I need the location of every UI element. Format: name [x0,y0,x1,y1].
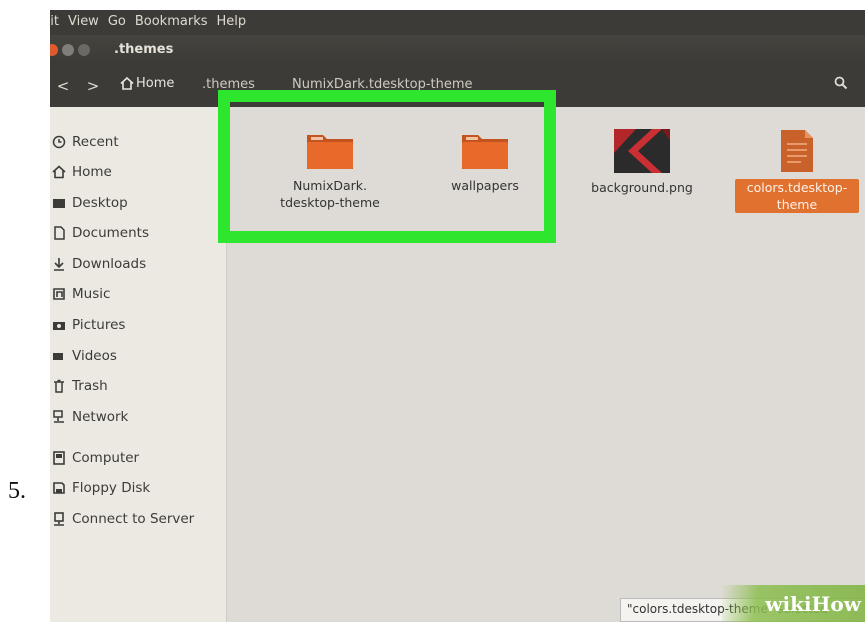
menu-bar: dit View Go Bookmarks Help [50,10,865,35]
text-document-icon [781,130,813,172]
sidebar-label: Connect to Server [72,511,195,527]
network-icon [53,410,64,423]
sidebar-label: Floppy Disk [72,480,151,496]
file-item-colors-tdesktop-theme[interactable]: colors.tdesktop- theme [727,129,865,213]
sidebar-item-network[interactable]: Network [50,407,226,431]
file-name-line: theme [776,197,818,212]
home-icon [52,165,66,179]
video-icon [53,353,63,360]
sidebar-item-documents[interactable]: Documents [50,223,226,247]
sidebar-label: Trash [72,378,108,394]
forward-button[interactable]: > [82,75,104,97]
menu-bookmarks[interactable]: Bookmarks [135,14,208,29]
sidebar-item-trash[interactable]: Trash [50,376,226,400]
sidebar-item-home[interactable]: Home [50,162,226,186]
sidebar-item-computer[interactable]: Computer [50,448,226,472]
sidebar-label: Home [72,164,112,180]
image-thumbnail-icon [614,129,670,173]
search-icon [834,76,848,90]
window-title: .themes [114,42,174,57]
sidebar-item-music[interactable]: Music [50,284,226,308]
file-item-numixdark-folder[interactable]: NumixDark. tdesktop-theme [260,129,400,211]
file-manager-window: dit View Go Bookmarks Help .themes < > H… [50,10,865,622]
menu-edit[interactable]: dit [50,14,59,29]
title-bar: .themes [50,35,865,65]
sidebar-item-desktop[interactable]: Desktop [50,193,226,217]
minimize-window-button[interactable] [62,44,74,56]
menu-help[interactable]: Help [217,14,247,29]
sidebar-label: Recent [72,134,119,150]
desktop-icon [53,199,65,208]
sidebar-item-pictures[interactable]: Pictures [50,315,226,339]
step-number: 5. [8,478,26,504]
file-name-line: tdesktop-theme [280,195,380,210]
sidebar-item-videos[interactable]: Videos [50,346,226,370]
wikihow-watermark: wikiHow [722,585,865,622]
places-sidebar: Recent Home Desktop Documents Downloads … [50,107,227,622]
file-name-line: NumixDark. [293,178,367,193]
home-icon [120,77,134,90]
file-view: NumixDark. tdesktop-theme wallpapers bac… [227,107,865,622]
document-icon [54,226,65,240]
sidebar-item-downloads[interactable]: Downloads [50,254,226,278]
sidebar-item-recent[interactable]: Recent [50,132,226,156]
search-button[interactable] [830,75,852,97]
floppy-icon [53,482,65,494]
folder-icon [462,135,508,169]
trash-icon [54,379,64,393]
sidebar-item-floppy[interactable]: Floppy Disk [50,478,226,502]
sidebar-item-connect-server[interactable]: Connect to Server [50,509,226,533]
sidebar-label: Network [72,409,129,425]
sidebar-label: Documents [72,225,149,241]
sidebar-label: Music [72,286,111,302]
file-name-line: wallpapers [451,178,519,193]
clock-icon [52,135,66,149]
breadcrumb-home[interactable]: Home [120,76,174,91]
computer-icon [53,451,65,465]
sidebar-label: Desktop [72,195,128,211]
sidebar-label: Computer [72,450,140,466]
download-icon [54,258,64,271]
sidebar-label: Pictures [72,317,126,333]
menu-go[interactable]: Go [108,14,126,29]
breadcrumb-themes[interactable]: .themes [202,77,255,92]
sidebar-label: Videos [72,348,117,364]
menu-view[interactable]: View [68,14,99,29]
back-button[interactable]: < [52,75,74,97]
breadcrumb-home-label: Home [136,76,175,91]
file-name-line: background.png [591,180,693,195]
toolbar: < > Home .themes NumixDark.tdesktop-them… [50,65,865,107]
file-item-background-png[interactable]: background.png [572,129,712,196]
maximize-window-button[interactable] [78,44,90,56]
sidebar-label: Downloads [72,256,147,272]
server-icon [54,512,64,526]
close-window-button[interactable] [50,44,58,56]
folder-icon [307,135,353,169]
music-icon [53,288,65,300]
file-name-line: colors.tdesktop- [746,180,848,195]
camera-icon [53,322,65,330]
breadcrumb-current[interactable]: NumixDark.tdesktop-theme [292,77,473,92]
file-item-wallpapers-folder[interactable]: wallpapers [415,129,555,194]
